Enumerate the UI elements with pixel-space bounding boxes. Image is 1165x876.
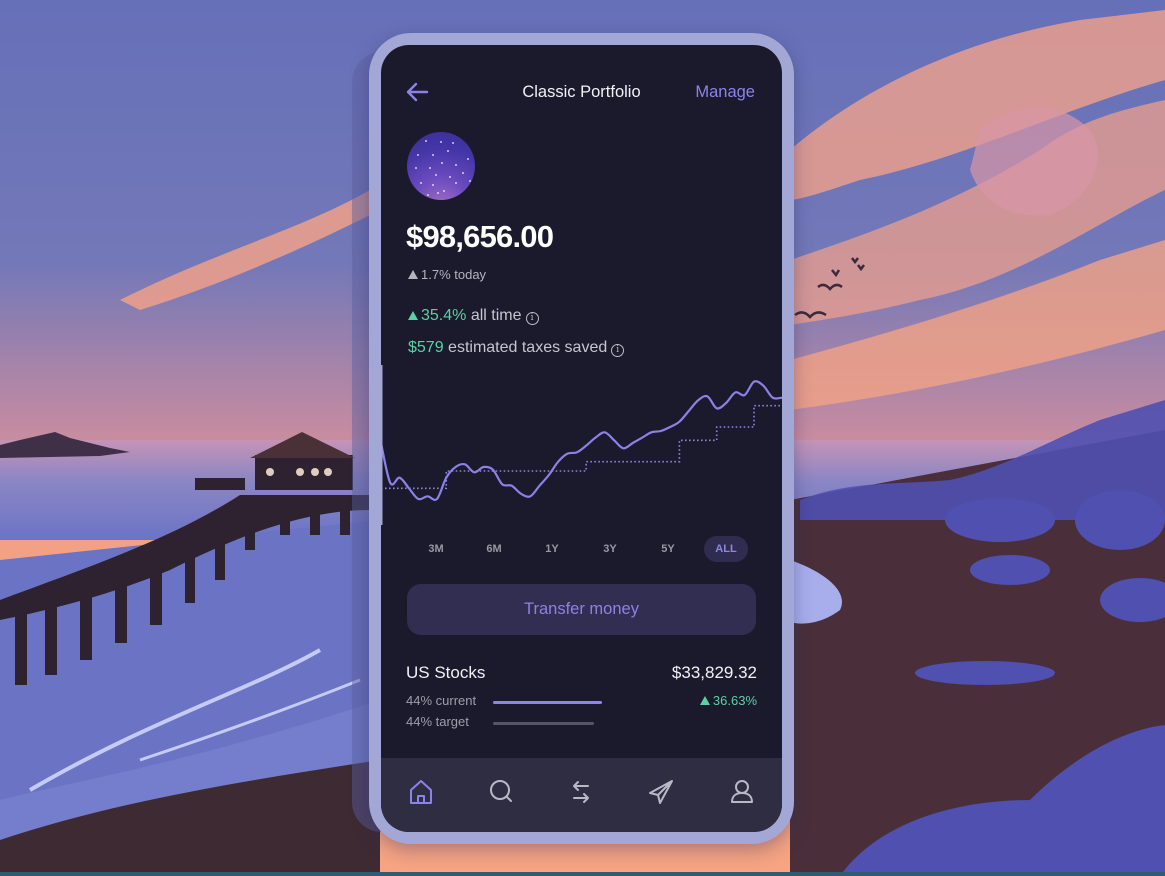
range-all[interactable]: ALL: [704, 536, 748, 562]
range-3y[interactable]: 3Y: [588, 536, 632, 562]
today-change-text: 1.7% today: [421, 267, 487, 282]
star-dot: [432, 154, 434, 156]
paper-plane-icon: [649, 780, 673, 804]
app-screen: Classic Portfolio Manage $98,656.00 1.7%…: [381, 45, 782, 832]
star-dot: [429, 167, 431, 169]
nav-send[interactable]: [646, 777, 676, 807]
star-dot: [415, 167, 417, 169]
holding-us-stocks[interactable]: US Stocks $33,829.32 44% current 44% tar…: [406, 663, 757, 733]
star-dot: [462, 172, 464, 174]
nav-transfer[interactable]: [566, 777, 596, 807]
arrow-left-icon: [406, 82, 429, 102]
range-6m[interactable]: 6M: [472, 536, 516, 562]
triangle-up-icon: [408, 270, 418, 279]
info-icon[interactable]: i: [525, 312, 539, 325]
all-time-value: 35.4%: [421, 307, 467, 324]
star-dot: [449, 176, 451, 178]
bottom-nav: [381, 758, 782, 832]
portfolio-avatar: [407, 132, 475, 200]
triangle-up-icon: [699, 696, 710, 705]
all-time-label: all time: [470, 307, 522, 324]
star-dot: [447, 150, 449, 152]
holding-name: US Stocks: [406, 663, 486, 682]
target-allocation-label: 44% target: [406, 714, 469, 729]
star-dot: [440, 141, 442, 143]
star-dot: [452, 142, 454, 144]
taxes-saved-value: $579: [408, 339, 444, 356]
star-dot: [437, 192, 439, 194]
star-dot: [467, 158, 469, 160]
star-dot: [469, 180, 471, 182]
star-dot: [455, 164, 457, 166]
range-5y[interactable]: 5Y: [646, 536, 690, 562]
manage-button[interactable]: Manage: [695, 83, 755, 102]
star-dot: [432, 184, 434, 186]
nav-search[interactable]: [486, 777, 516, 807]
star-dot: [427, 194, 429, 196]
star-dot: [435, 174, 437, 176]
star-dot: [441, 162, 443, 164]
range-1y[interactable]: 1Y: [530, 536, 574, 562]
range-3m[interactable]: 3M: [414, 536, 458, 562]
chart-left-edge: [381, 365, 383, 525]
time-range-selector: 3M 6M 1Y 3Y 5Y ALL: [407, 536, 755, 562]
portfolio-balance: $98,656.00: [406, 219, 554, 254]
star-dot: [420, 182, 422, 184]
search-icon: [490, 780, 512, 802]
current-allocation-label: 44% current: [406, 693, 477, 708]
all-time-return: 35.4% all time i: [408, 307, 539, 325]
taxes-saved: $579 estimated taxes saved i: [408, 339, 625, 357]
triangle-up-icon: [408, 311, 418, 320]
nav-home[interactable]: [406, 777, 436, 807]
home-icon: [410, 780, 432, 804]
series-deposits: [381, 404, 782, 490]
star-dot: [425, 140, 427, 142]
holding-return-value: 36.63%: [712, 693, 757, 708]
target-allocation-bar: [493, 722, 595, 725]
today-change: 1.7% today: [408, 267, 486, 282]
star-dot: [443, 190, 445, 192]
holding-value: $33,829.32: [671, 663, 757, 682]
nav-profile[interactable]: [727, 777, 757, 807]
user-icon: [731, 780, 753, 803]
transfer-arrows-icon: [573, 781, 589, 803]
info-icon[interactable]: i: [611, 344, 625, 357]
holding-return: 36.63%: [699, 693, 757, 708]
transfer-money-button[interactable]: Transfer money: [407, 584, 756, 635]
series-portfolio-value: [381, 380, 782, 501]
star-dot: [455, 182, 457, 184]
top-bar: Classic Portfolio Manage: [381, 45, 782, 140]
current-allocation-bar: [493, 701, 603, 704]
taxes-saved-label: estimated taxes saved: [448, 339, 608, 356]
star-dot: [417, 154, 419, 156]
performance-chart[interactable]: [381, 365, 782, 525]
back-button[interactable]: [405, 81, 431, 103]
